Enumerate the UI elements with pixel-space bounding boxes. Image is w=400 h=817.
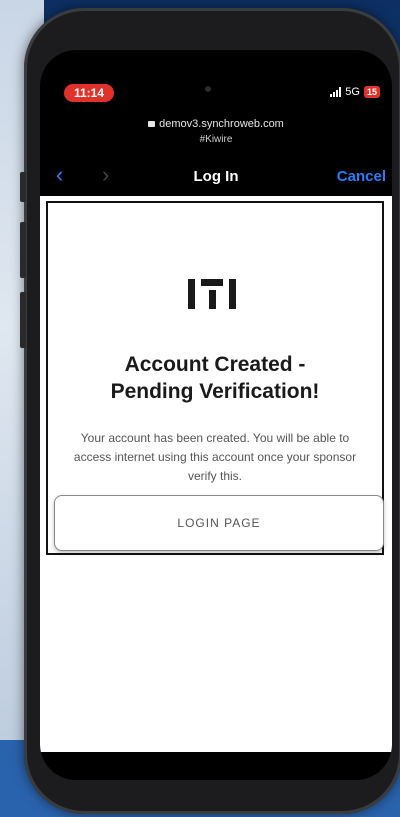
battery-icon: 15 <box>363 86 380 98</box>
phone-volume-up-button <box>20 222 26 278</box>
status-time: 11:14 <box>64 84 114 102</box>
web-content: Account Created - Pending Verification! … <box>40 196 392 752</box>
brand-logo-icon <box>188 279 244 314</box>
phone-screen: 11:14 5G 15 demov3.synchroweb.com #Kiwir… <box>40 50 392 780</box>
camera-dot <box>205 86 211 92</box>
url-text: demov3.synchroweb.com <box>159 118 284 130</box>
status-headline: Account Created - Pending Verification! <box>48 351 382 405</box>
headline-line-2: Pending Verification! <box>110 380 320 403</box>
bottom-bar <box>40 752 392 780</box>
signal-icon <box>330 87 342 97</box>
url-subtitle: #Kiwire <box>199 134 233 145</box>
phone-side-button <box>20 172 26 202</box>
phone-volume-down-button <box>20 292 26 348</box>
verification-card: Account Created - Pending Verification! … <box>46 201 384 555</box>
lock-icon <box>148 121 156 127</box>
cancel-button[interactable]: Cancel <box>337 168 386 185</box>
login-page-button[interactable]: LOGIN PAGE <box>54 495 384 551</box>
network-type: 5G <box>345 86 360 98</box>
address-bar[interactable]: demov3.synchroweb.com <box>40 118 392 130</box>
headline-line-1: Account Created - <box>124 353 306 376</box>
status-message: Your account has been created. You will … <box>73 431 357 483</box>
status-indicators: 5G 15 <box>330 86 380 98</box>
